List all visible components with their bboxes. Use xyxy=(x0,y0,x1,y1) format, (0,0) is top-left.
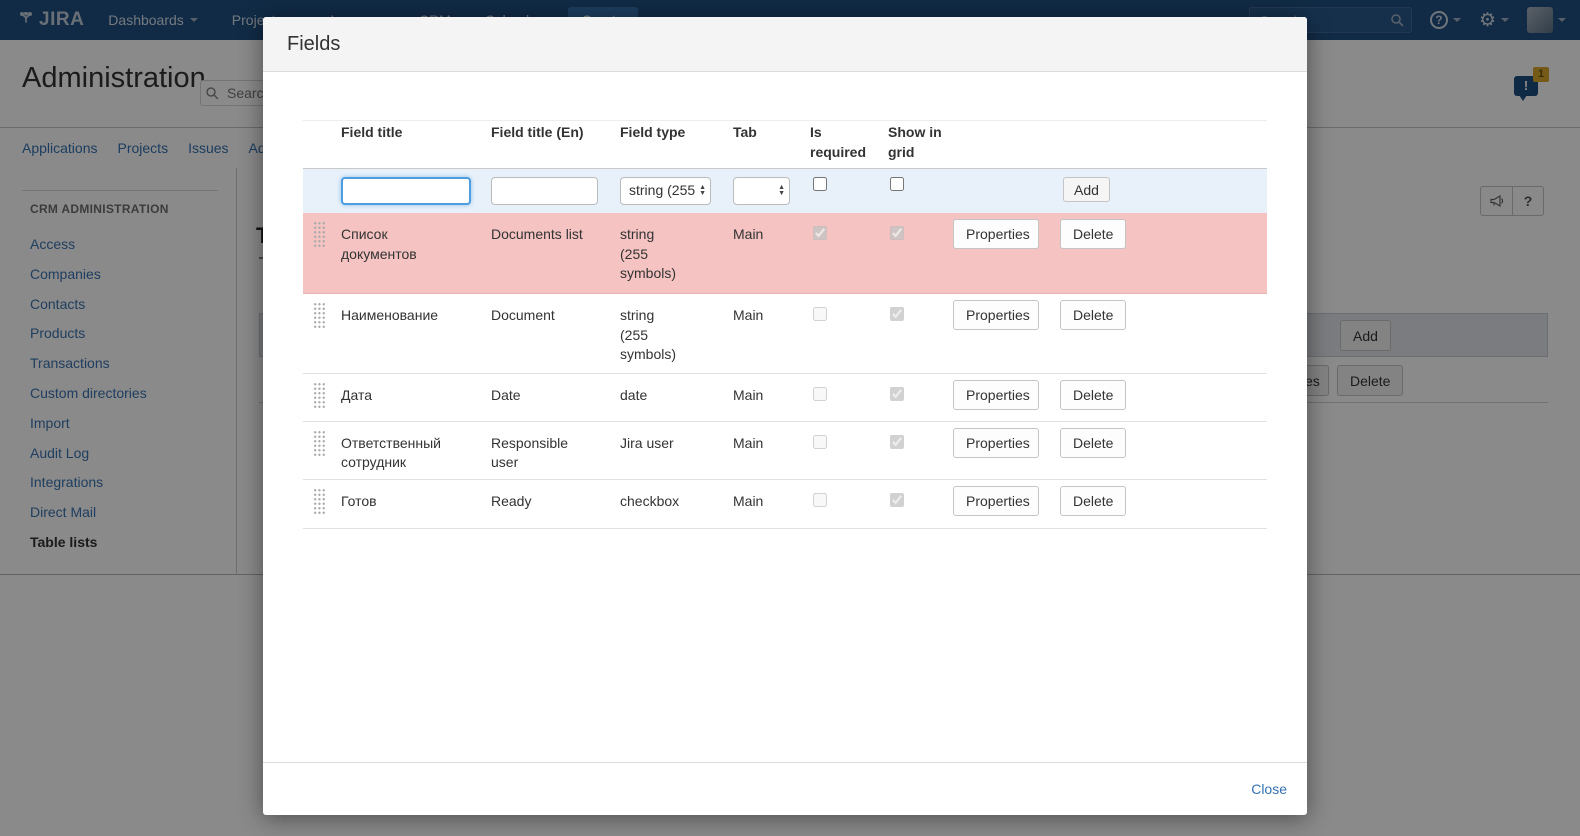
properties-button[interactable]: Properties xyxy=(953,300,1039,330)
is-required-checkbox xyxy=(813,435,827,449)
table-header-row: Field title Field title (En) Field type … xyxy=(303,121,1267,169)
properties-button[interactable]: Properties xyxy=(953,486,1039,516)
field-type: string (255 symbols) xyxy=(620,306,686,365)
drag-handle-icon[interactable] xyxy=(313,302,326,329)
drag-handle-icon[interactable] xyxy=(313,430,326,457)
handle-cell xyxy=(303,169,336,183)
properties-button[interactable]: Properties xyxy=(953,219,1039,249)
field-tab: Main xyxy=(728,374,805,412)
dialog-body: Field title Field title (En) Field type … xyxy=(263,72,1307,529)
field-type-selected-value: string (255 symbols) xyxy=(629,181,696,201)
drag-handle-icon[interactable] xyxy=(313,488,326,515)
viewport: JIRA Dashboards Projects Issues CRM Cale… xyxy=(0,0,1580,836)
show-in-grid-checkbox xyxy=(890,435,904,449)
close-button[interactable]: Close xyxy=(1251,781,1287,797)
col-tab: Tab xyxy=(728,121,805,149)
fields-dialog: Fields Field title Field title (En) Fiel… xyxy=(263,17,1307,815)
is-required-checkbox xyxy=(813,387,827,401)
field-tab: Main xyxy=(728,294,805,332)
new-field-title-input[interactable] xyxy=(341,177,471,205)
field-tab: Main xyxy=(728,480,805,518)
delete-button[interactable]: Delete xyxy=(1060,300,1126,330)
show-in-grid-checkbox xyxy=(890,226,904,240)
is-required-checkbox xyxy=(813,307,827,321)
field-title-en: Ready xyxy=(491,492,531,512)
col-field-title: Field title xyxy=(336,121,486,149)
field-type: Jira user xyxy=(620,434,674,454)
add-field-button[interactable]: Add xyxy=(1063,177,1110,202)
dialog-footer: Close xyxy=(263,762,1307,815)
field-tab: Main xyxy=(728,213,805,251)
field-type: checkbox xyxy=(620,492,679,512)
dialog-title: Fields xyxy=(287,33,340,56)
table-row: Готов Ready checkbox Main Properties Del… xyxy=(303,480,1267,529)
field-tab: Main xyxy=(728,422,805,460)
col-actions-2 xyxy=(1055,121,1267,129)
field-type-select[interactable]: string (255 symbols) ▲▼ xyxy=(620,177,711,205)
tab-select[interactable]: ▲▼ xyxy=(733,177,790,205)
show-in-grid-checkbox xyxy=(890,493,904,507)
new-field-title-en-input[interactable] xyxy=(491,177,598,205)
table-row: Ответственный сотрудник Responsible user… xyxy=(303,422,1267,480)
new-show-in-grid-checkbox[interactable] xyxy=(890,177,904,191)
table-row: Дата Date date Main Properties Delete xyxy=(303,374,1267,422)
field-type: string (255 symbols) xyxy=(620,225,686,284)
field-title-en: Date xyxy=(491,386,521,406)
drag-handle-icon[interactable] xyxy=(313,382,326,409)
field-title: Ответственный сотрудник xyxy=(341,434,459,473)
empty-cell xyxy=(948,169,1055,183)
field-title: Наименование xyxy=(341,306,438,326)
table-row: Наименование Document string (255 symbol… xyxy=(303,294,1267,374)
col-actions-1 xyxy=(948,121,1055,129)
field-title-en: Responsible user xyxy=(491,434,583,473)
new-field-row: string (255 symbols) ▲▼ ▲▼ Add xyxy=(303,169,1267,213)
field-title: Дата xyxy=(341,386,372,406)
delete-button[interactable]: Delete xyxy=(1060,380,1126,410)
col-is-required: Is required xyxy=(810,123,879,162)
new-is-required-checkbox[interactable] xyxy=(813,177,827,191)
col-field-type: Field type xyxy=(615,121,728,149)
dialog-header: Fields xyxy=(263,17,1307,72)
fields-table: Field title Field title (En) Field type … xyxy=(303,120,1267,529)
table-row: Список документов Documents list string … xyxy=(303,213,1267,294)
col-show-in-grid: Show in grid xyxy=(888,123,944,162)
properties-button[interactable]: Properties xyxy=(953,428,1039,458)
select-stepper-icon: ▲▼ xyxy=(699,185,706,197)
show-in-grid-checkbox xyxy=(890,387,904,401)
field-title: Список документов xyxy=(341,225,459,264)
field-title: Готов xyxy=(341,492,377,512)
show-in-grid-checkbox xyxy=(890,307,904,321)
handle-column-header xyxy=(303,121,336,129)
delete-button[interactable]: Delete xyxy=(1060,428,1126,458)
delete-button[interactable]: Delete xyxy=(1060,486,1126,516)
field-title-en: Document xyxy=(491,306,555,326)
is-required-checkbox xyxy=(813,493,827,507)
select-stepper-icon: ▲▼ xyxy=(778,185,785,197)
is-required-checkbox xyxy=(813,226,827,240)
properties-button[interactable]: Properties xyxy=(953,380,1039,410)
drag-handle-icon[interactable] xyxy=(313,221,326,248)
col-field-title-en: Field title (En) xyxy=(486,121,615,149)
delete-button[interactable]: Delete xyxy=(1060,219,1126,249)
field-title-en: Documents list xyxy=(491,225,583,245)
field-type: date xyxy=(620,386,647,406)
